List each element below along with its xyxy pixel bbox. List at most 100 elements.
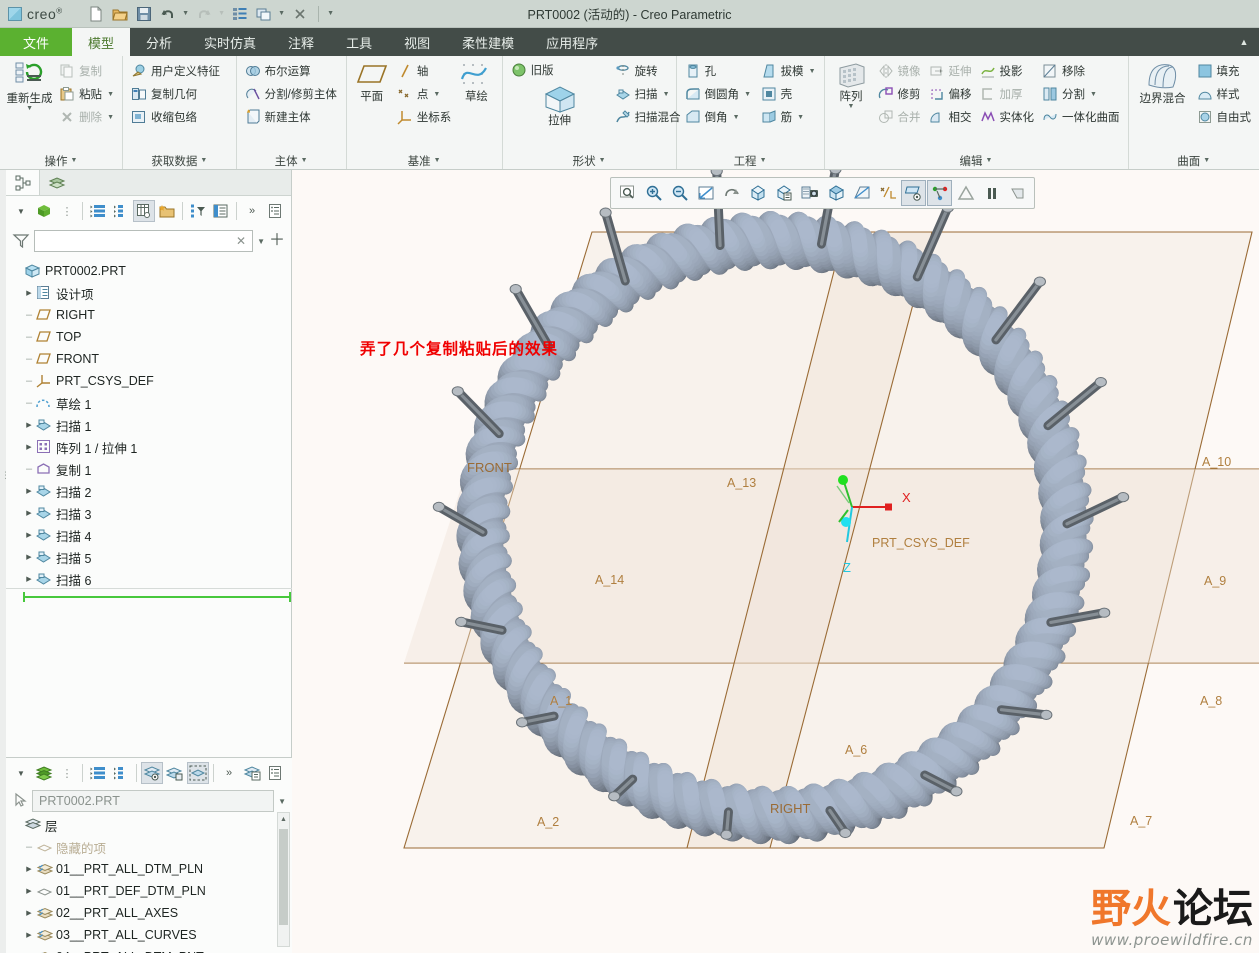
notes-icon[interactable] [264, 200, 286, 222]
tab-view[interactable]: 视图 [388, 28, 446, 56]
tree-row-csys[interactable]: – PRT_CSYS_DEF [12, 370, 291, 392]
engineering-group-caret[interactable]: ▼ [760, 157, 767, 164]
collapse-list-icon[interactable] [110, 762, 132, 784]
tree-expand-arrow[interactable]: ▶ [23, 487, 35, 495]
expand-list-icon[interactable] [87, 762, 109, 784]
tree-row-sweep-5[interactable]: ▶ 扫描 5 [12, 546, 291, 568]
display-style-icon[interactable] [823, 180, 848, 206]
chamfer-dropdown-caret[interactable]: ▼ [733, 114, 740, 121]
appearance-icon[interactable] [953, 180, 978, 206]
tab-file[interactable]: 文件 [0, 28, 72, 56]
operations-group-caret[interactable]: ▼ [71, 157, 78, 164]
tree-row-pattern-1[interactable]: ▶ 阵列 1 / 拉伸 1 [12, 436, 291, 458]
pattern-button[interactable]: 阵列 ▼ [830, 59, 873, 110]
pattern-dropdown-caret[interactable]: ▼ [848, 103, 855, 110]
window-icon[interactable] [253, 3, 275, 25]
extrude-button[interactable]: 拉伸 [530, 81, 590, 128]
tree-row-sweep-3[interactable]: ▶ 扫描 3 [12, 502, 291, 524]
split-body-button[interactable]: 分割/修剪主体 [242, 83, 340, 105]
green-cube-icon[interactable] [33, 200, 55, 222]
tree-expand-arrow[interactable]: ▶ [23, 531, 35, 539]
close-window-icon[interactable] [289, 3, 311, 25]
style-button[interactable]: 样式 [1194, 83, 1255, 105]
filter-dropdown-caret[interactable]: ▼ [257, 237, 265, 246]
insert-here-indicator[interactable] [12, 590, 291, 604]
qat-overflow-caret[interactable]: ▼ [326, 10, 336, 17]
snapshot-icon[interactable] [797, 180, 822, 206]
funnel-icon[interactable] [12, 232, 30, 251]
offset-button[interactable]: 偏移 [926, 83, 975, 105]
datum-point-button[interactable]: 点 ▼ [394, 83, 455, 105]
tree-expand-arrow[interactable]: ▶ [23, 509, 35, 517]
tree-filter-field[interactable]: ✕ [34, 230, 254, 252]
folder-star-icon[interactable] [156, 200, 178, 222]
split-surface-button[interactable]: 分割 ▼ [1039, 83, 1123, 105]
layer-scrollbar[interactable]: ▲ [277, 812, 290, 947]
open-file-icon[interactable] [109, 3, 131, 25]
draft-button[interactable]: 拔模 ▼ [758, 60, 819, 82]
undo-dropdown-caret[interactable]: ▼ [181, 10, 191, 17]
editing-group-caret[interactable]: ▼ [986, 157, 993, 164]
layer-row-hidden[interactable]: – 隐藏的项 [12, 836, 292, 858]
remove-button[interactable]: 移除 [1039, 60, 1123, 82]
model-tree-tab[interactable] [6, 170, 40, 195]
rib-button[interactable]: 筋 ▼ [758, 106, 819, 128]
round-dropdown-caret[interactable]: ▼ [744, 91, 751, 98]
axis-display-icon[interactable] [927, 180, 952, 206]
layer-row-def-dtm-pln[interactable]: ▶ 01__PRT_DEF_DTM_PLN [12, 880, 292, 902]
perspective-icon[interactable] [849, 180, 874, 206]
layer-eye-icon[interactable] [141, 762, 163, 784]
chamfer-button[interactable]: 倒角 ▼ [682, 106, 756, 128]
tab-applications[interactable]: 应用程序 [530, 28, 614, 56]
layer-expand-arrow[interactable]: ▶ [23, 887, 35, 895]
tree-expand-arrow[interactable]: ▶ [23, 289, 35, 297]
layer-expand-arrow[interactable]: ▶ [23, 865, 35, 873]
layer-model-selector[interactable]: PRT0002.PRT [32, 790, 275, 812]
tree-row-front-plane[interactable]: – FRONT [12, 348, 291, 370]
boundary-blend-button[interactable]: 边界混合 [1134, 59, 1192, 106]
saved-orientations-icon[interactable] [745, 180, 770, 206]
layer-expand-arrow[interactable]: ▶ [23, 909, 35, 917]
layer-expand-arrow[interactable]: ▶ [23, 931, 35, 939]
tab-live-simulation[interactable]: 实时仿真 [188, 28, 272, 56]
scroll-up-arrow[interactable]: ▲ [278, 813, 289, 827]
tree-row-sweep-1[interactable]: ▶ 扫描 1 [12, 414, 291, 436]
new-file-icon[interactable] [85, 3, 107, 25]
layer-settings-caret[interactable]: ▼ [10, 762, 32, 784]
split-surface-dropdown-caret[interactable]: ▼ [1090, 91, 1097, 98]
window-dropdown-caret[interactable]: ▼ [277, 10, 287, 17]
undo-icon[interactable] [157, 3, 179, 25]
get-data-group-caret[interactable]: ▼ [200, 157, 207, 164]
layer-row-all-curves[interactable]: ▶ 03__PRT_ALL_CURVES [12, 924, 292, 946]
tree-row-sketch-1[interactable]: – 草绘 1 [12, 392, 291, 414]
add-filter-icon[interactable]: ＋ [269, 233, 285, 249]
layer-props-icon[interactable] [241, 762, 263, 784]
zoom-out-icon[interactable] [667, 180, 692, 206]
rib-dropdown-caret[interactable]: ▼ [797, 114, 804, 121]
expand-list-icon[interactable] [87, 200, 109, 222]
tree-settings-caret[interactable]: ▼ [10, 200, 32, 222]
revolve-button[interactable]: 旋转 [612, 60, 684, 82]
tree-row-copy-1[interactable]: – 复制 1 [12, 458, 291, 480]
boolean-button[interactable]: 布尔运算 [242, 60, 340, 82]
vertical-dots-icon[interactable]: ⋮ [56, 200, 78, 222]
collapse-ribbon-icon[interactable]: ▲ [1235, 28, 1253, 56]
double-chevron-icon[interactable]: » [241, 200, 263, 222]
layer-row-all-axes[interactable]: ▶ 02__PRT_ALL_AXES [12, 902, 292, 924]
tab-annotation[interactable]: 注释 [272, 28, 330, 56]
tree-row-sweep-2[interactable]: ▶ 扫描 2 [12, 480, 291, 502]
tree-row-top-plane[interactable]: – TOP [12, 326, 291, 348]
tab-flexible-modeling[interactable]: 柔性建模 [446, 28, 530, 56]
paste-dropdown-caret[interactable]: ▼ [107, 91, 114, 98]
layer-row-all-dtm-pnt[interactable]: – 04__PRT_ALL_DTM_PNT [12, 946, 292, 953]
datum-display-icon[interactable] [875, 180, 900, 206]
regenerate-button[interactable]: 重新生成 ▼ [5, 59, 54, 112]
shell-button[interactable]: 壳 [758, 83, 819, 105]
scroll-thumb[interactable] [279, 829, 288, 925]
coordinate-system-button[interactable]: 坐标系 [394, 106, 455, 128]
sketch-button[interactable]: 草绘 [456, 59, 496, 104]
layer-selector-caret[interactable]: ▼ [278, 797, 286, 806]
body-group-caret[interactable]: ▼ [301, 157, 308, 164]
freestyle-button[interactable]: 自由式 [1194, 106, 1255, 128]
regenerate-icon[interactable] [229, 3, 251, 25]
